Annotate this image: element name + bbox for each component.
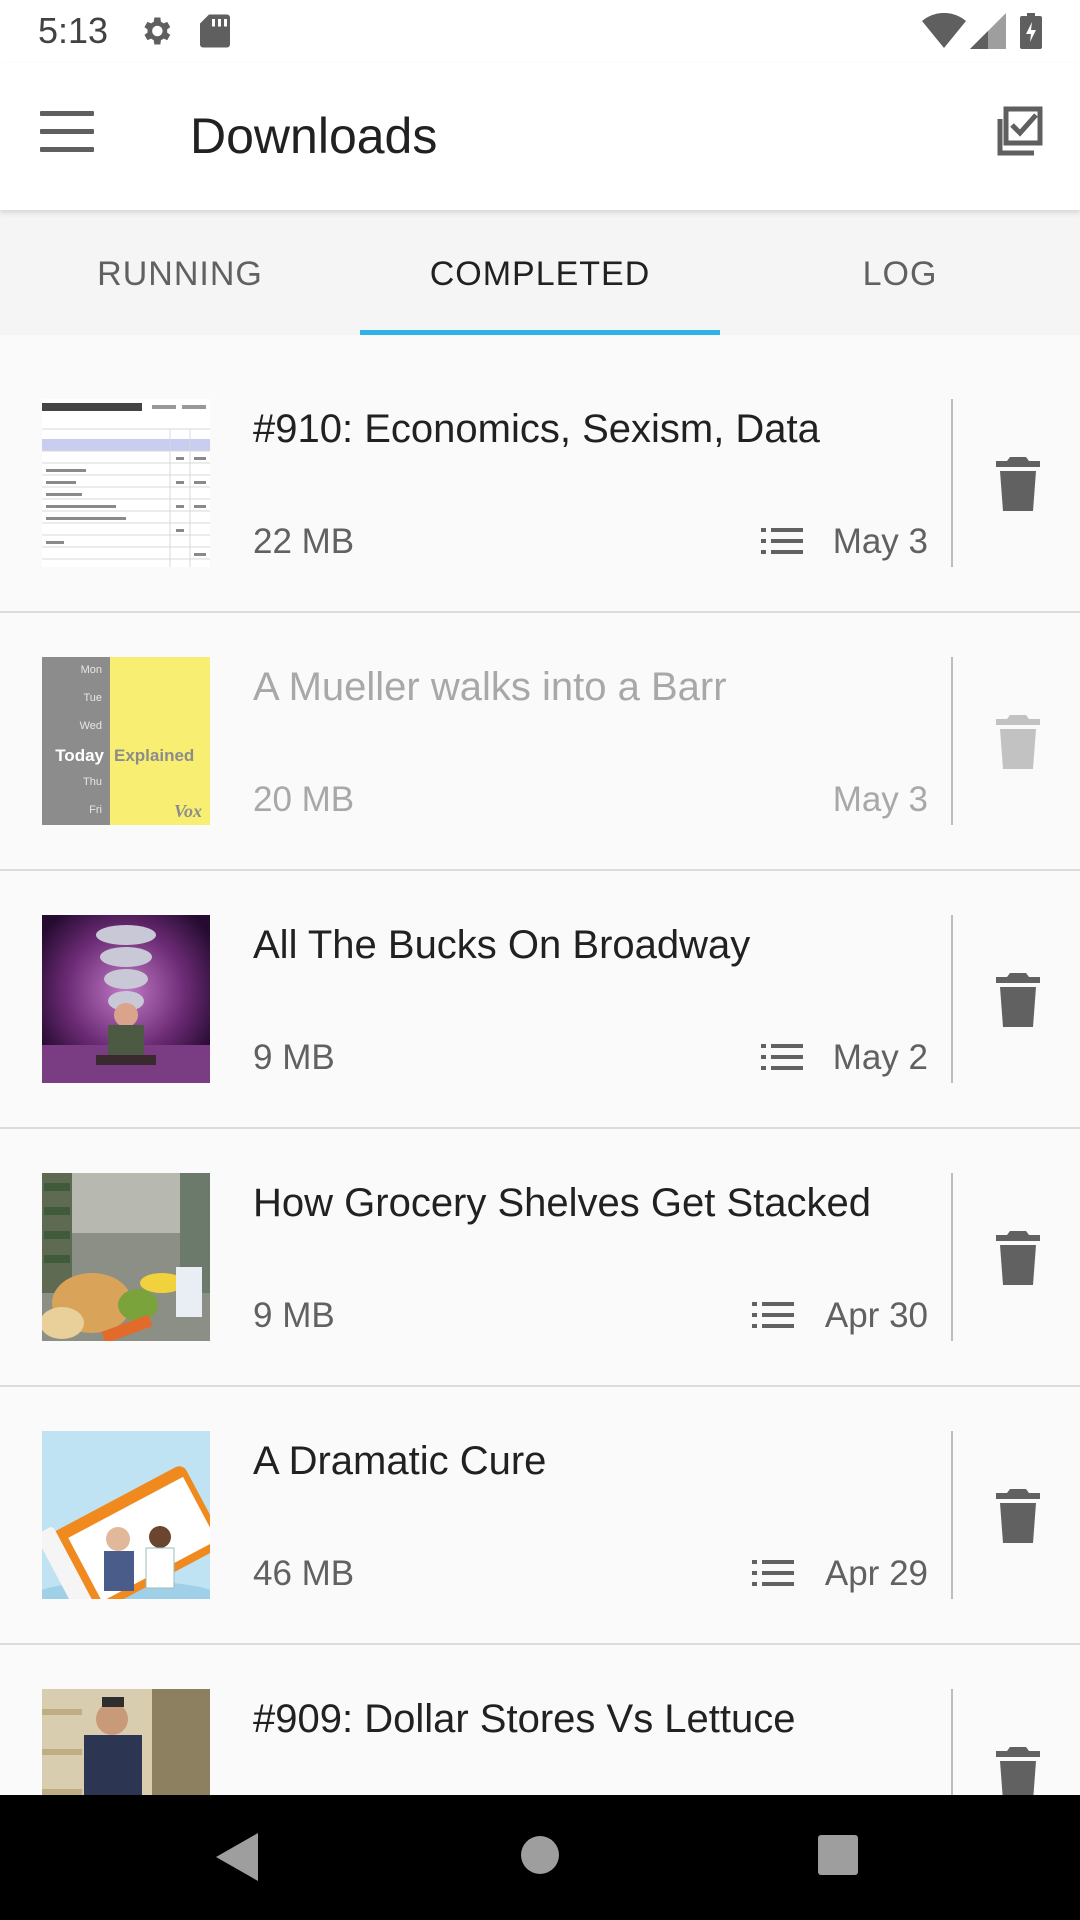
home-icon[interactable]: [520, 1835, 560, 1875]
download-date: May 2: [832, 1038, 928, 1077]
battery-charging-icon: [1020, 13, 1042, 49]
episode-thumbnail: [42, 1431, 210, 1599]
download-date: May 3: [832, 522, 928, 561]
downloads-list[interactable]: #910: Economics, Sexism, Data 22 MB May …: [0, 355, 1080, 1795]
list-item[interactable]: #909: Dollar Stores Vs Lettuce: [0, 1645, 1080, 1795]
row-divider: [951, 1689, 953, 1795]
list-item[interactable]: A Dramatic Cure 46 MB Apr 29: [0, 1387, 1080, 1645]
row-divider: [951, 1173, 953, 1341]
signal-icon: [970, 13, 1006, 49]
sd-card-icon: [200, 14, 230, 48]
file-size: 9 MB: [253, 1038, 335, 1077]
list-item[interactable]: #910: Economics, Sexism, Data 22 MB May …: [0, 355, 1080, 613]
thumb-day-wed: Wed: [80, 720, 102, 732]
episode-thumbnail: Mon Tue Wed Thu Fri Today Explained Vox: [42, 657, 210, 825]
episode-title: How Grocery Shelves Get Stacked: [253, 1181, 872, 1225]
episode-thumbnail: [42, 399, 210, 567]
app-toolbar: Downloads: [0, 63, 1080, 210]
pill-bottle-thumbnail: [42, 1431, 210, 1599]
active-tab-indicator: [360, 330, 720, 335]
queue-list-icon[interactable]: [761, 525, 803, 557]
thumb-day-fri: Fri: [89, 804, 102, 816]
row-divider: [951, 399, 953, 567]
wifi-icon: [922, 13, 966, 48]
spreadsheet-thumbnail: [42, 399, 210, 567]
thumb-day-thu: Thu: [83, 776, 102, 788]
list-item[interactable]: Mon Tue Wed Thu Fri Today Explained Vox …: [0, 613, 1080, 871]
system-nav-bar: [0, 1795, 1080, 1920]
status-time: 5:13: [38, 10, 109, 51]
row-divider: [951, 915, 953, 1083]
delete-icon[interactable]: [994, 1489, 1042, 1543]
download-date: Apr 30: [824, 1296, 928, 1335]
thumb-explained-text: Explained: [114, 746, 194, 765]
vox-logo: Vox: [174, 801, 202, 821]
page-title: Downloads: [190, 108, 438, 164]
select-all-checkbox-icon[interactable]: [988, 105, 1044, 161]
recents-icon[interactable]: [818, 1835, 858, 1875]
today-explained-thumbnail: Mon Tue Wed Thu Fri Today Explained Vox: [42, 657, 210, 825]
list-item[interactable]: How Grocery Shelves Get Stacked 9 MB Apr…: [0, 1129, 1080, 1387]
episode-title: #910: Economics, Sexism, Data: [253, 407, 820, 451]
episode-thumbnail: [42, 1689, 210, 1795]
queue-list-icon[interactable]: [752, 1557, 794, 1589]
download-date: Apr 29: [824, 1554, 928, 1593]
file-size: 20 MB: [253, 780, 355, 819]
row-divider: [951, 657, 953, 825]
status-bar: 5:13: [0, 0, 1080, 63]
episode-title: A Mueller walks into a Barr: [253, 665, 727, 709]
tab-running[interactable]: RUNNING: [0, 210, 360, 335]
back-icon[interactable]: [216, 1833, 258, 1881]
settings-icon: [144, 17, 171, 45]
tab-completed[interactable]: COMPLETED: [360, 210, 720, 335]
file-size: 46 MB: [253, 1554, 355, 1593]
episode-title: A Dramatic Cure: [253, 1439, 547, 1483]
episode-thumbnail: [42, 1173, 210, 1341]
episode-title: #909: Dollar Stores Vs Lettuce: [253, 1697, 796, 1741]
queue-list-icon[interactable]: [752, 1299, 794, 1331]
list-item[interactable]: All The Bucks On Broadway 9 MB May 2: [0, 871, 1080, 1129]
stage-thumbnail: [42, 915, 210, 1083]
store-thumbnail: [42, 1689, 210, 1795]
thumb-day-tue: Tue: [83, 692, 102, 704]
thumb-day-mon: Mon: [81, 664, 102, 676]
thumb-today-text: Today: [55, 746, 104, 765]
file-size: 9 MB: [253, 1296, 335, 1335]
delete-icon[interactable]: [994, 715, 1042, 769]
row-divider: [951, 1431, 953, 1599]
tab-bar: RUNNING COMPLETED LOG: [0, 210, 1080, 335]
delete-icon[interactable]: [994, 1231, 1042, 1285]
hamburger-menu-icon[interactable]: [40, 111, 94, 155]
episode-thumbnail: [42, 915, 210, 1083]
delete-icon[interactable]: [994, 457, 1042, 511]
download-date: May 3: [832, 780, 928, 819]
delete-icon[interactable]: [994, 1747, 1042, 1795]
file-size: 22 MB: [253, 522, 355, 561]
queue-list-icon[interactable]: [761, 1041, 803, 1073]
delete-icon[interactable]: [994, 973, 1042, 1027]
grocery-thumbnail: [42, 1173, 210, 1341]
episode-title: All The Bucks On Broadway: [253, 923, 751, 967]
tab-log[interactable]: LOG: [720, 210, 1080, 335]
